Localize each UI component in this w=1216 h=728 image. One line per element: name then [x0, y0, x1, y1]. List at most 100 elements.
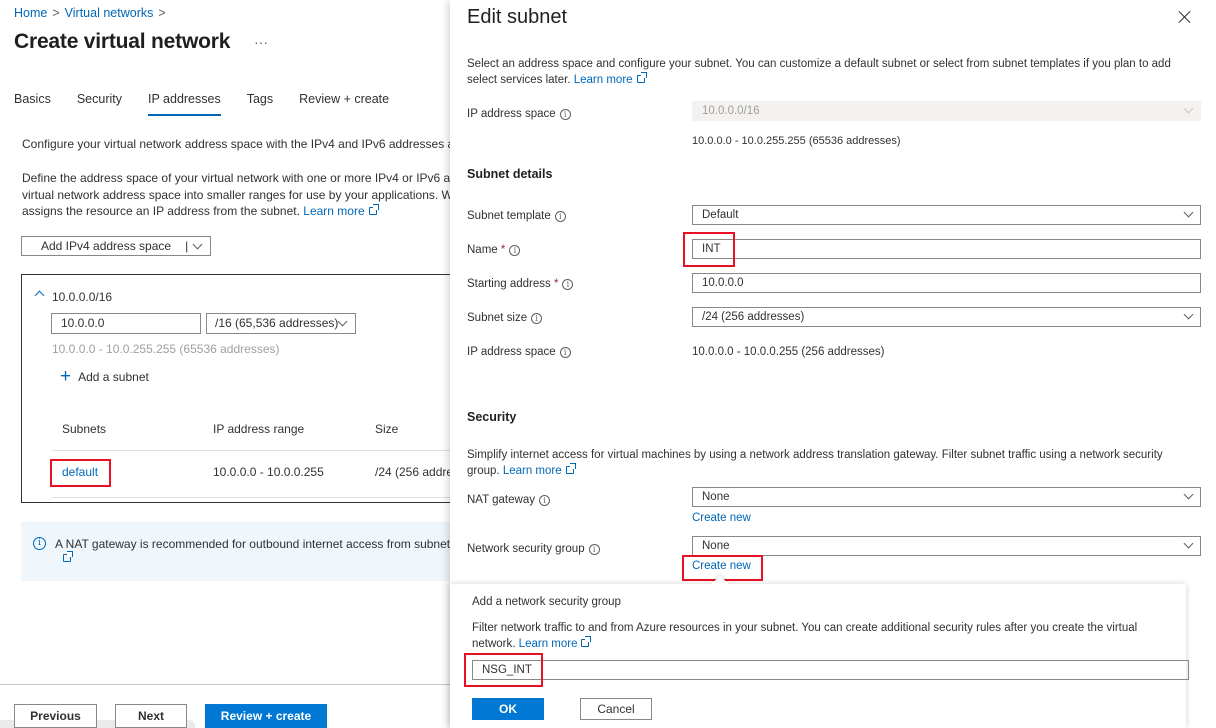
notice-text: A NAT gateway is recommended for outboun…	[55, 537, 450, 551]
external-link-icon	[581, 636, 592, 647]
external-link-icon[interactable]	[63, 551, 73, 562]
breadcrumb: Home > Virtual networks >	[14, 6, 171, 20]
chevron-down-icon	[1183, 103, 1194, 114]
chevron-right-icon: >	[158, 6, 166, 20]
add-subnet-button[interactable]: + Add a subnet	[60, 367, 149, 386]
nsg-select[interactable]: None	[692, 536, 1201, 556]
tab-ip-addresses[interactable]: IP addresses	[147, 92, 221, 116]
wizard-tabs: Basics Security IP addresses Tags Review…	[14, 92, 415, 116]
nsg-name-input[interactable]: NSG_INT	[472, 660, 1189, 680]
highlight-box	[464, 653, 543, 687]
previous-button[interactable]: Previous	[14, 704, 97, 728]
address-space-label: 10.0.0.0/16	[52, 290, 113, 304]
name-label: Name * i	[467, 244, 521, 256]
info-icon[interactable]: i	[588, 544, 600, 555]
panel-description: Select an address space and configure yo…	[467, 56, 1197, 88]
nsg-value: None	[702, 540, 730, 552]
starting-address-input[interactable]: 10.0.0.0	[692, 273, 1201, 293]
info-icon[interactable]: i	[554, 211, 566, 222]
chevron-down-icon	[1183, 489, 1194, 500]
ip-description-line: Define the address space of your virtual…	[22, 171, 450, 185]
panel-title: Edit subnet	[467, 6, 568, 28]
external-link-icon	[565, 463, 576, 474]
callout-description: Filter network traffic to and from Azure…	[472, 620, 1172, 652]
security-description: Simplify internet access for virtual mac…	[467, 447, 1197, 479]
starting-address-label: Starting address * i	[467, 278, 574, 290]
address-space-input[interactable]: 10.0.0.0	[51, 313, 201, 334]
panel-description-text: Select an address space and configure yo…	[467, 58, 1171, 86]
chevron-up-icon[interactable]	[34, 290, 45, 301]
label-text: Name	[467, 244, 498, 256]
tab-tags[interactable]: Tags	[247, 92, 273, 116]
address-space-size-select[interactable]: /16 (65,536 addresses)	[206, 313, 356, 334]
subnet-size-label: Subnet size i	[467, 312, 543, 324]
ip-description-line: virtual network address space into small…	[22, 187, 450, 202]
nat-gateway-label: NAT gateway i	[467, 494, 550, 506]
learn-more-link[interactable]: Learn more	[519, 638, 578, 650]
label-text: IP address space	[467, 108, 556, 120]
highlight-box	[50, 459, 111, 487]
split-divider: |	[185, 239, 189, 253]
info-icon[interactable]: i	[531, 313, 543, 324]
callout-title: Add a network security group	[472, 596, 621, 608]
table-divider	[52, 450, 450, 451]
subnet-template-label: Subnet template i	[467, 210, 566, 222]
review-create-button[interactable]: Review + create	[205, 704, 327, 728]
ip-address-space-value: 10.0.0.0/16	[702, 105, 760, 117]
info-icon[interactable]: i	[509, 245, 521, 256]
chevron-right-icon: >	[52, 6, 60, 20]
info-icon[interactable]: i	[538, 495, 550, 506]
breadcrumb-home[interactable]: Home	[14, 6, 47, 20]
nat-gateway-select[interactable]: None	[692, 487, 1201, 507]
tab-basics[interactable]: Basics	[14, 92, 51, 116]
nat-create-new-link[interactable]: Create new	[692, 512, 751, 524]
tab-security[interactable]: Security	[77, 92, 122, 116]
subnet-template-select[interactable]: Default	[692, 205, 1201, 225]
ip-description-line: assigns the resource an IP address from …	[22, 204, 300, 218]
next-button[interactable]: Next	[115, 704, 187, 728]
add-subnet-label: Add a subnet	[78, 370, 149, 384]
cancel-button[interactable]: Cancel	[580, 698, 652, 720]
footer-divider	[0, 684, 450, 685]
info-icon[interactable]: i	[559, 109, 571, 120]
required-asterisk: *	[553, 278, 559, 290]
page-title: Create virtual network	[14, 30, 231, 53]
label-text: IP address space	[467, 346, 556, 358]
ip-address-space-label: IP address space i	[467, 108, 571, 120]
column-header-subnets: Subnets	[62, 422, 107, 436]
add-nsg-callout: Add a network security group Filter netw…	[450, 575, 1189, 728]
external-link-icon	[636, 72, 647, 83]
breadcrumb-virtual-networks[interactable]: Virtual networks	[65, 6, 154, 20]
subnet-size-select[interactable]: /24 (256 addresses)	[692, 307, 1201, 327]
subnet-ip-range: 10.0.0.0 - 10.0.0.255	[213, 465, 324, 479]
chevron-down-icon	[1183, 207, 1194, 218]
subnet-name-input[interactable]: INT	[692, 239, 1201, 259]
ok-button[interactable]: OK	[472, 698, 544, 720]
label-text: NAT gateway	[467, 494, 535, 506]
subnet-details-heading: Subnet details	[467, 167, 553, 181]
label-text: Subnet size	[467, 312, 528, 324]
required-asterisk: *	[500, 244, 506, 256]
chevron-down-icon	[1183, 538, 1194, 549]
external-link-icon	[368, 204, 379, 215]
add-ipv4-address-space-label: Add IPv4 address space	[41, 239, 172, 253]
more-options-icon[interactable]: ···	[254, 34, 268, 50]
subnet-size-value: /24 (256 addresses)	[702, 311, 805, 323]
label-text: Network security group	[467, 543, 585, 555]
ip-address-space-select: 10.0.0.0/16	[692, 101, 1201, 121]
add-ipv4-address-space-button[interactable]: Add IPv4 address space |	[21, 236, 211, 256]
learn-more-link[interactable]: Learn more	[303, 204, 364, 218]
info-icon[interactable]: i	[559, 347, 571, 358]
chevron-down-icon	[337, 316, 348, 327]
learn-more-link[interactable]: Learn more	[574, 74, 633, 86]
column-header-ip-range: IP address range	[213, 422, 305, 436]
address-range-hint: 10.0.0.0 - 10.0.255.255 (65536 addresses…	[52, 342, 280, 356]
nsg-label: Network security group i	[467, 543, 600, 555]
tab-review-create[interactable]: Review + create	[299, 92, 389, 116]
info-icon[interactable]: i	[562, 279, 574, 290]
chevron-down-icon[interactable]	[192, 239, 203, 249]
close-icon[interactable]	[1178, 10, 1192, 24]
learn-more-link[interactable]: Learn more	[503, 465, 562, 477]
subnet-ip-space-label: IP address space i	[467, 346, 571, 358]
info-icon: i	[33, 537, 46, 550]
